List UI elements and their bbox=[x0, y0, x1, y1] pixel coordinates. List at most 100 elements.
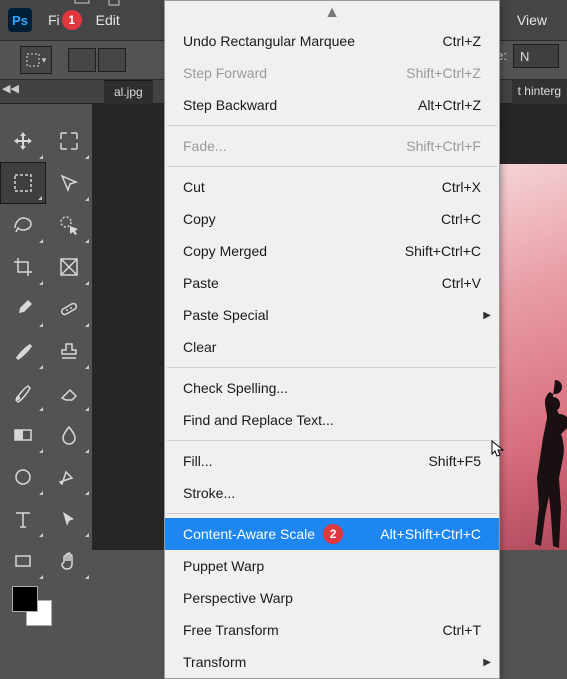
tool-spot-healing[interactable] bbox=[46, 288, 92, 330]
tool-pen[interactable] bbox=[46, 456, 92, 498]
annotation-badge-2: 2 bbox=[323, 524, 343, 544]
history-brush-icon bbox=[12, 382, 34, 404]
menuitem-fill[interactable]: Fill... Shift+F5 bbox=[165, 445, 499, 477]
menuitem-find-replace[interactable]: Find and Replace Text... bbox=[165, 404, 499, 436]
dodge-icon bbox=[12, 466, 34, 488]
menu-separator bbox=[167, 125, 497, 126]
menuitem-step-forward-shortcut: Shift+Ctrl+Z bbox=[406, 65, 481, 81]
menuitem-step-backward[interactable]: Step Backward Alt+Ctrl+Z bbox=[165, 89, 499, 121]
menuitem-perspective-warp-label: Perspective Warp bbox=[183, 590, 293, 606]
marquee-icon bbox=[26, 53, 40, 67]
rectangle-shape-icon bbox=[12, 550, 34, 572]
menuitem-fill-shortcut: Shift+F5 bbox=[428, 453, 481, 469]
chevron-up-icon: ▲ bbox=[324, 4, 340, 22]
tool-lasso[interactable] bbox=[0, 204, 46, 246]
pen-icon bbox=[58, 466, 80, 488]
type-icon bbox=[12, 508, 34, 530]
menuitem-cut[interactable]: Cut Ctrl+X bbox=[165, 171, 499, 203]
tool-hand[interactable] bbox=[46, 540, 92, 582]
tool-type[interactable] bbox=[0, 498, 46, 540]
chevron-down-icon: ▾ bbox=[42, 55, 47, 66]
menuitem-paste[interactable]: Paste Ctrl+V bbox=[165, 267, 499, 299]
stamp-icon bbox=[58, 340, 80, 362]
tool-rectangle[interactable] bbox=[0, 540, 46, 582]
frame-icon bbox=[58, 256, 80, 278]
menuitem-perspective-warp[interactable]: Perspective Warp bbox=[165, 582, 499, 614]
tool-gradient[interactable] bbox=[0, 414, 46, 456]
image-figure-silhouette bbox=[527, 370, 567, 550]
menuitem-paste-special[interactable]: Paste Special ▶ bbox=[165, 299, 499, 331]
panel-collapse-handle[interactable]: ◀◀ bbox=[2, 82, 19, 95]
menuitem-copy[interactable]: Copy Ctrl+C bbox=[165, 203, 499, 235]
eraser-icon bbox=[58, 382, 80, 404]
menuitem-transform-label: Transform bbox=[183, 654, 246, 670]
menu-view-label: View bbox=[517, 12, 547, 28]
hand-icon bbox=[58, 550, 80, 572]
menuitem-free-transform[interactable]: Free Transform Ctrl+T bbox=[165, 614, 499, 646]
tool-eraser[interactable] bbox=[46, 372, 92, 414]
document-tab-right[interactable]: t hinterg bbox=[512, 80, 567, 104]
tool-crop[interactable] bbox=[0, 246, 46, 288]
menu-view[interactable]: View bbox=[517, 0, 547, 40]
menuitem-free-transform-shortcut: Ctrl+T bbox=[443, 622, 482, 638]
menuitem-copy-shortcut: Ctrl+C bbox=[441, 211, 481, 227]
menuitem-undo-shortcut: Ctrl+Z bbox=[443, 33, 482, 49]
app-logo: Ps bbox=[8, 8, 32, 32]
menu-scroll-up[interactable]: ▲ bbox=[165, 1, 499, 25]
tool-clone-stamp[interactable] bbox=[46, 330, 92, 372]
menu-separator bbox=[167, 166, 497, 167]
menuitem-check-spelling-label: Check Spelling... bbox=[183, 380, 288, 396]
lasso-icon bbox=[12, 214, 34, 236]
tool-dodge[interactable] bbox=[0, 456, 46, 498]
tool-quick-selection[interactable] bbox=[46, 204, 92, 246]
tool-move-alt[interactable] bbox=[46, 162, 92, 204]
options-tool-preset[interactable]: ▾ bbox=[20, 46, 52, 74]
menuitem-copy-merged-shortcut: Shift+Ctrl+C bbox=[405, 243, 481, 259]
menuitem-undo-label: Undo Rectangular Marquee bbox=[183, 33, 355, 49]
move-icon bbox=[12, 130, 34, 152]
tool-brush[interactable] bbox=[0, 330, 46, 372]
menuitem-stroke[interactable]: Stroke... bbox=[165, 477, 499, 509]
menu-separator bbox=[167, 440, 497, 441]
tool-history-brush[interactable] bbox=[0, 372, 46, 414]
document-tab-left[interactable]: al.jpg bbox=[104, 80, 153, 104]
tool-blur[interactable] bbox=[46, 414, 92, 456]
menuitem-content-aware-scale-shortcut: Alt+Shift+Ctrl+C bbox=[380, 526, 481, 542]
bandaid-icon bbox=[58, 298, 80, 320]
menuitem-puppet-warp[interactable]: Puppet Warp bbox=[165, 550, 499, 582]
selection-mode-add[interactable] bbox=[98, 48, 126, 72]
submenu-arrow-icon: ▶ bbox=[483, 657, 491, 668]
tool-move[interactable] bbox=[0, 120, 46, 162]
foreground-color-swatch[interactable] bbox=[12, 586, 38, 612]
color-swatches[interactable] bbox=[12, 586, 58, 632]
tool-rectangular-marquee[interactable] bbox=[0, 162, 46, 204]
menuitem-step-forward: Step Forward Shift+Ctrl+Z bbox=[165, 57, 499, 89]
menuitem-step-backward-label: Step Backward bbox=[183, 97, 277, 113]
menuitem-content-aware-scale-label: Content-Aware Scale bbox=[183, 526, 315, 542]
menuitem-cut-shortcut: Ctrl+X bbox=[442, 179, 481, 195]
tool-artboard[interactable] bbox=[46, 120, 92, 162]
menuitem-clear[interactable]: Clear bbox=[165, 331, 499, 363]
menuitem-undo[interactable]: Undo Rectangular Marquee Ctrl+Z bbox=[165, 25, 499, 57]
tool-frame[interactable] bbox=[46, 246, 92, 288]
menu-file-label: Fi bbox=[48, 12, 60, 28]
menuitem-copy-merged[interactable]: Copy Merged Shift+Ctrl+C bbox=[165, 235, 499, 267]
menu-separator bbox=[167, 513, 497, 514]
menuitem-check-spelling[interactable]: Check Spelling... bbox=[165, 372, 499, 404]
style-select[interactable]: N bbox=[513, 44, 559, 68]
tool-eyedropper[interactable] bbox=[0, 288, 46, 330]
selection-mode-new[interactable] bbox=[68, 48, 96, 72]
menuitem-transform[interactable]: Transform ▶ bbox=[165, 646, 499, 678]
brush-icon bbox=[12, 340, 34, 362]
menuitem-clear-label: Clear bbox=[183, 339, 216, 355]
edit-menu-dropdown: ▲ Undo Rectangular Marquee Ctrl+Z Step F… bbox=[164, 0, 500, 679]
menuitem-fade-label: Fade... bbox=[183, 138, 227, 154]
menuitem-content-aware-scale[interactable]: Content-Aware Scale 2 Alt+Shift+Ctrl+C bbox=[165, 518, 499, 550]
menuitem-fade-shortcut: Shift+Ctrl+F bbox=[406, 138, 481, 154]
menuitem-step-backward-shortcut: Alt+Ctrl+Z bbox=[418, 97, 481, 113]
menuitem-copy-merged-label: Copy Merged bbox=[183, 243, 267, 259]
menuitem-fill-label: Fill... bbox=[183, 453, 213, 469]
tool-path-selection[interactable] bbox=[46, 498, 92, 540]
menuitem-paste-label: Paste bbox=[183, 275, 219, 291]
marquee-rect-icon bbox=[12, 172, 34, 194]
